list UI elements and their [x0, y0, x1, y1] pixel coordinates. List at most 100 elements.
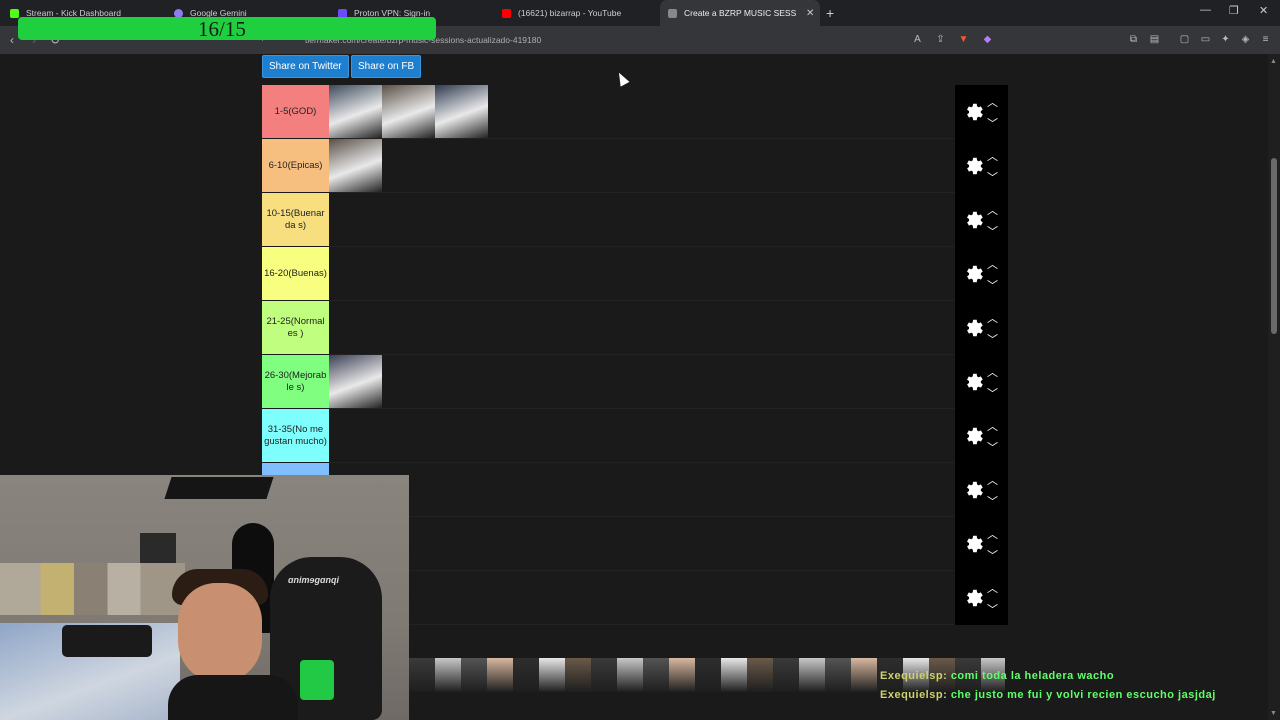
move-tier-up-icon[interactable]: ︿	[987, 202, 998, 218]
share-fb-button[interactable]: Share on FB	[351, 55, 422, 78]
menu-icon[interactable]: ≡	[1260, 34, 1271, 45]
tier-items-dropzone[interactable]	[329, 571, 955, 625]
pool-item-image[interactable]	[487, 658, 513, 692]
move-tier-up-icon[interactable]: ︿	[987, 364, 998, 380]
move-tier-down-icon[interactable]: ﹀	[987, 223, 998, 239]
pool-item-image[interactable]	[435, 658, 461, 692]
tier-items-dropzone[interactable]	[329, 301, 955, 355]
move-tier-up-icon[interactable]: ︿	[987, 256, 998, 272]
gear-icon[interactable]	[963, 371, 985, 393]
gear-icon[interactable]	[963, 425, 985, 447]
pool-item-image[interactable]	[409, 658, 435, 692]
tier-label[interactable]: 26-30(Mejorable s)	[262, 355, 329, 408]
pool-item-image[interactable]	[591, 658, 617, 692]
move-tier-down-icon[interactable]: ﹀	[987, 385, 998, 401]
gear-icon[interactable]	[963, 533, 985, 555]
move-tier-up-icon[interactable]: ︿	[987, 418, 998, 434]
pool-item-image[interactable]	[773, 658, 799, 692]
tier-items-dropzone[interactable]	[329, 463, 955, 517]
tier-controls: ︿ ﹀	[955, 409, 1008, 463]
move-tier-up-icon[interactable]: ︿	[987, 526, 998, 542]
tier-item-image[interactable]	[329, 85, 382, 138]
move-tier-up-icon[interactable]: ︿	[987, 472, 998, 488]
pool-item-image[interactable]	[617, 658, 643, 692]
tier-item-image[interactable]	[435, 85, 488, 138]
pool-item-image[interactable]	[461, 658, 487, 692]
move-tier-down-icon[interactable]: ﹀	[987, 493, 998, 509]
pool-item-image[interactable]	[513, 658, 539, 692]
youtube-icon	[502, 8, 511, 18]
tier-items-dropzone[interactable]	[329, 517, 955, 571]
tier-label[interactable]: 10-15(Buenarda s)	[262, 193, 329, 246]
pool-item-image[interactable]	[669, 658, 695, 692]
pool-item-image[interactable]	[721, 658, 747, 692]
tier-item-image[interactable]	[382, 85, 435, 138]
move-tier-down-icon[interactable]: ﹀	[987, 277, 998, 293]
gear-icon[interactable]	[963, 587, 985, 609]
move-tier-up-icon[interactable]: ︿	[987, 580, 998, 596]
move-tier-down-icon[interactable]: ﹀	[987, 331, 998, 347]
tier-label[interactable]: 1-5(GOD)	[262, 85, 329, 138]
gear-icon[interactable]	[963, 317, 985, 339]
tier-label[interactable]: 16-20(Buenas)	[262, 247, 329, 300]
new-tab-button[interactable]: +	[826, 5, 834, 21]
tier-label[interactable]: 21-25(Normales )	[262, 301, 329, 354]
back-icon[interactable]: ‹	[10, 33, 14, 47]
tier-items-dropzone[interactable]	[329, 85, 955, 139]
scrollbar[interactable]	[1268, 54, 1280, 720]
tier-item-image[interactable]	[329, 139, 382, 192]
gear-icon[interactable]	[963, 209, 985, 231]
move-tier-down-icon[interactable]: ﹀	[987, 439, 998, 455]
pool-item-image[interactable]	[565, 658, 591, 692]
tab-youtube[interactable]: (16621) bizarrap - YouTube	[502, 0, 652, 26]
scroll-up-icon[interactable]: ▲	[1270, 58, 1277, 65]
maximize-icon[interactable]: ❐	[1229, 4, 1239, 17]
move-tier-down-icon[interactable]: ﹀	[987, 601, 998, 617]
tab-tiermaker-active[interactable]: Create a BZRP MUSIC SESSIONS ✕	[660, 0, 820, 26]
tier-items-dropzone[interactable]	[329, 139, 955, 193]
vpn-icon[interactable]: ◈	[1240, 34, 1251, 45]
tier-controls: ︿ ﹀	[955, 571, 1008, 625]
sidebar-icon[interactable]: ▤	[1149, 34, 1160, 45]
gear-icon[interactable]	[963, 263, 985, 285]
minimize-icon[interactable]: —	[1200, 4, 1211, 16]
tiermaker-icon	[668, 8, 677, 18]
tier-label[interactable]: 31-35(No me gustan mucho)	[262, 409, 329, 462]
vpn-extension-icon[interactable]: ◆	[982, 34, 993, 45]
pool-item-image[interactable]	[643, 658, 669, 692]
scrollbar-thumb[interactable]	[1271, 158, 1277, 334]
tier-items-dropzone[interactable]	[329, 247, 955, 301]
move-tier-down-icon[interactable]: ﹀	[987, 547, 998, 563]
pool-item-image[interactable]	[851, 658, 877, 692]
move-tier-up-icon[interactable]: ︿	[987, 310, 998, 326]
move-tier-up-icon[interactable]: ︿	[987, 94, 998, 110]
tier-label[interactable]: 6-10(Epicas)	[262, 139, 329, 192]
translate-icon[interactable]: A	[912, 34, 923, 45]
pool-item-image[interactable]	[799, 658, 825, 692]
scroll-down-icon[interactable]: ▼	[1270, 710, 1277, 717]
close-window-icon[interactable]: ✕	[1259, 4, 1268, 17]
tab-search-icon[interactable]: ▢	[1179, 34, 1190, 45]
move-tier-down-icon[interactable]: ﹀	[987, 115, 998, 131]
pool-item-image[interactable]	[747, 658, 773, 692]
tier-row: 31-35(No me gustan mucho) ︿ ﹀	[262, 409, 1008, 463]
tier-items-dropzone[interactable]	[329, 193, 955, 247]
move-tier-down-icon[interactable]: ﹀	[987, 169, 998, 185]
move-tier-up-icon[interactable]: ︿	[987, 148, 998, 164]
tier-items-dropzone[interactable]	[329, 409, 955, 463]
wallet-icon[interactable]: ▭	[1200, 34, 1211, 45]
tier-item-image[interactable]	[329, 355, 382, 408]
close-tab-icon[interactable]: ✕	[806, 8, 814, 19]
leo-ai-icon[interactable]: ✦	[1220, 34, 1231, 45]
brave-shield-icon[interactable]: ▼	[958, 34, 969, 45]
pool-item-image[interactable]	[695, 658, 721, 692]
gear-icon[interactable]	[963, 155, 985, 177]
extensions-icon[interactable]: ⧉	[1128, 34, 1139, 45]
share-twitter-button[interactable]: Share on Twitter	[262, 55, 349, 78]
gear-icon[interactable]	[963, 479, 985, 501]
pool-item-image[interactable]	[825, 658, 851, 692]
gear-icon[interactable]	[963, 101, 985, 123]
tier-items-dropzone[interactable]	[329, 355, 955, 409]
share-page-icon[interactable]: ⇪	[935, 34, 946, 45]
pool-item-image[interactable]	[539, 658, 565, 692]
